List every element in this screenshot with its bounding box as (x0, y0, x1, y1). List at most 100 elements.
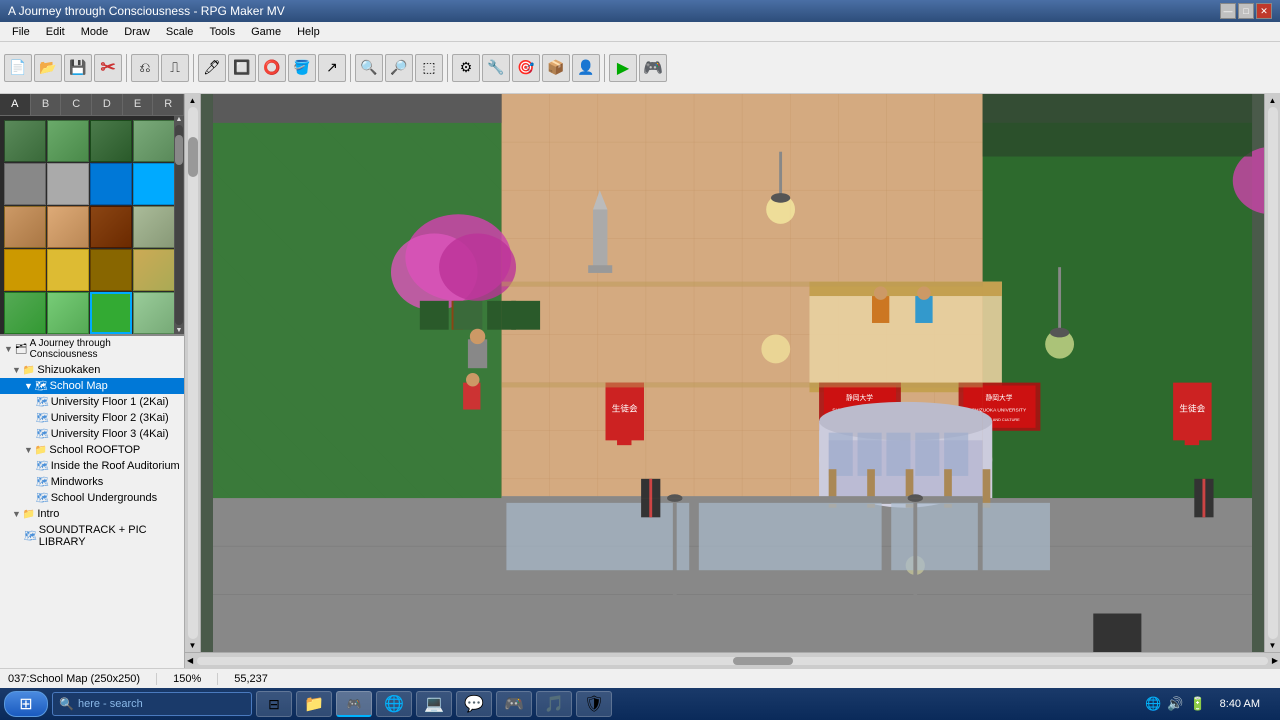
tile-cell[interactable] (47, 120, 89, 162)
tree-item-project[interactable]: ▼ 🗂 A Journey through Consciousness (0, 336, 184, 362)
taskbar-rpgmaker[interactable]: 🎮 (336, 691, 372, 717)
volume-icon[interactable]: 🔊 (1167, 696, 1183, 712)
zoom-out[interactable]: 🔎 (385, 54, 413, 82)
tile-cell[interactable] (4, 120, 46, 162)
tileset-tab-c[interactable]: C (61, 94, 92, 115)
taskbar-steam[interactable]: 🎮 (496, 691, 532, 717)
character-button[interactable]: 👤 (572, 54, 600, 82)
selection-tool[interactable]: ⬚ (415, 54, 443, 82)
tree-item-school-map[interactable]: ▼ 🗺 School Map (0, 378, 184, 394)
tile-cell[interactable] (133, 163, 174, 205)
tileset-tab-a[interactable]: A (0, 94, 31, 115)
search-box[interactable]: 🔍 here - search (52, 692, 252, 716)
vscroll-right-down-btn[interactable]: ▼ (1269, 641, 1277, 650)
tree-item-uni-floor1[interactable]: 🗺 University Floor 1 (2Kai) (0, 394, 184, 410)
tree-item-roof-auditorium[interactable]: 🗺 Inside the Roof Auditorium (0, 458, 184, 474)
tileset-tab-d[interactable]: D (92, 94, 123, 115)
tree-item-uni-floor2[interactable]: 🗺 University Floor 2 (3Kai) (0, 410, 184, 426)
minimize-button[interactable]: — (1220, 3, 1236, 19)
deploy-button[interactable]: 📦 (542, 54, 570, 82)
tree-item-uni-floor3[interactable]: 🗺 University Floor 3 (4Kai) (0, 426, 184, 442)
menu-draw[interactable]: Draw (116, 24, 158, 40)
tileset-image-area[interactable] (0, 116, 174, 334)
tree-item-intro[interactable]: ▼ 📁 Intro (0, 506, 184, 522)
redo-button[interactable]: ⎍ (161, 54, 189, 82)
tree-item-undergrounds[interactable]: 🗺 School Undergrounds (0, 490, 184, 506)
circle-tool[interactable]: ⭕ (258, 54, 286, 82)
database-button[interactable]: ⚙ (452, 54, 480, 82)
taskbar-app2[interactable]: 🛡 (576, 691, 612, 717)
taskbar-discord[interactable]: 💬 (456, 691, 492, 717)
tile-cell[interactable] (47, 249, 89, 291)
menu-help[interactable]: Help (289, 24, 328, 40)
taskbar-file-explorer[interactable]: 📁 (296, 691, 332, 717)
battery-icon[interactable]: 🔋 (1189, 696, 1205, 712)
taskbar-media[interactable]: 🎵 (536, 691, 572, 717)
resource-button[interactable]: 🎯 (512, 54, 540, 82)
tile-cell[interactable] (133, 292, 174, 334)
vscroll-thumb[interactable] (188, 137, 198, 177)
scroll-down-btn[interactable]: ▼ (176, 327, 183, 334)
hscroll[interactable]: ◀ ▶ (185, 652, 1280, 668)
close-button[interactable]: ✕ (1256, 3, 1272, 19)
task-view-btn[interactable]: ⊟ (256, 691, 292, 717)
tree-item-shizuokaken[interactable]: ▼ 📁 Shizuokaken (0, 362, 184, 378)
tile-cell-selected[interactable] (90, 292, 132, 334)
tile-cell[interactable] (4, 249, 46, 291)
tile-cell[interactable] (133, 120, 174, 162)
menu-file[interactable]: File (4, 24, 38, 40)
vscroll-down-btn[interactable]: ▼ (189, 641, 197, 650)
menu-tools[interactable]: Tools (201, 24, 243, 40)
network-icon[interactable]: 🌐 (1145, 696, 1161, 712)
fill-tool[interactable]: 🪣 (288, 54, 316, 82)
plugin-button[interactable]: 🔧 (482, 54, 510, 82)
hscroll-thumb[interactable] (733, 657, 793, 665)
vscroll-up-btn[interactable]: ▲ (189, 96, 197, 105)
arrow-tool[interactable]: ↗ (318, 54, 346, 82)
hscroll-right-btn[interactable]: ▶ (1272, 656, 1278, 665)
menu-scale[interactable]: Scale (158, 24, 202, 40)
tile-cell[interactable] (4, 163, 46, 205)
zoom-in[interactable]: 🔍 (355, 54, 383, 82)
pencil-tool[interactable]: 🖊 (198, 54, 226, 82)
scroll-up-btn[interactable]: ▲ (176, 116, 183, 123)
right-vscroll[interactable]: ▲ ▼ (1264, 94, 1280, 652)
tree-item-mindworks[interactable]: 🗺 Mindworks (0, 474, 184, 490)
tileset-tab-b[interactable]: B (31, 94, 62, 115)
vscroll-right-up-btn[interactable]: ▲ (1269, 96, 1277, 105)
tile-cell[interactable] (133, 249, 174, 291)
tile-cell[interactable] (4, 292, 46, 334)
tile-cell[interactable] (4, 206, 46, 248)
maximize-button[interactable]: □ (1238, 3, 1254, 19)
undo-button[interactable]: ⎌ (131, 54, 159, 82)
map-canvas[interactable]: 生徒会 静岡大学 SHIZUOKA UNIVERSITY OF ART AND … (201, 94, 1264, 652)
play-button[interactable]: ▶ (609, 54, 637, 82)
tile-cell[interactable] (90, 163, 132, 205)
save-button[interactable]: 💾 (64, 54, 92, 82)
open-button[interactable]: 📂 (34, 54, 62, 82)
playtest-button[interactable]: 🎮 (639, 54, 667, 82)
hscroll-left-btn[interactable]: ◀ (187, 656, 193, 665)
tile-cell[interactable] (133, 206, 174, 248)
tile-cell[interactable] (47, 292, 89, 334)
menu-edit[interactable]: Edit (38, 24, 73, 40)
cut-button[interactable]: ✂ (94, 54, 122, 82)
taskbar-vscode[interactable]: 💻 (416, 691, 452, 717)
tree-item-soundtrack[interactable]: 🗺 SOUNDTRACK + PIC LIBRARY (0, 522, 184, 550)
titlebar-controls[interactable]: — □ ✕ (1220, 3, 1272, 19)
tileset-tab-r[interactable]: R (153, 94, 184, 115)
tile-cell[interactable] (47, 163, 89, 205)
tileset-tab-e[interactable]: E (123, 94, 154, 115)
tile-cell[interactable] (90, 206, 132, 248)
taskbar-browser[interactable]: 🌐 (376, 691, 412, 717)
tileset-vscroll[interactable]: ▲ ▼ (174, 116, 184, 334)
new-button[interactable]: 📄 (4, 54, 32, 82)
left-vscroll[interactable]: ▲ ▼ (185, 94, 201, 652)
start-button[interactable]: ⊞ (4, 691, 48, 717)
taskbar-time[interactable]: 8:40 AM (1212, 698, 1268, 710)
menu-game[interactable]: Game (243, 24, 289, 40)
tileset-grid[interactable] (0, 116, 174, 334)
tile-cell[interactable] (47, 206, 89, 248)
rect-tool[interactable]: 🔲 (228, 54, 256, 82)
tree-item-school-rooftop[interactable]: ▼ 📁 School ROOFTOP (0, 442, 184, 458)
